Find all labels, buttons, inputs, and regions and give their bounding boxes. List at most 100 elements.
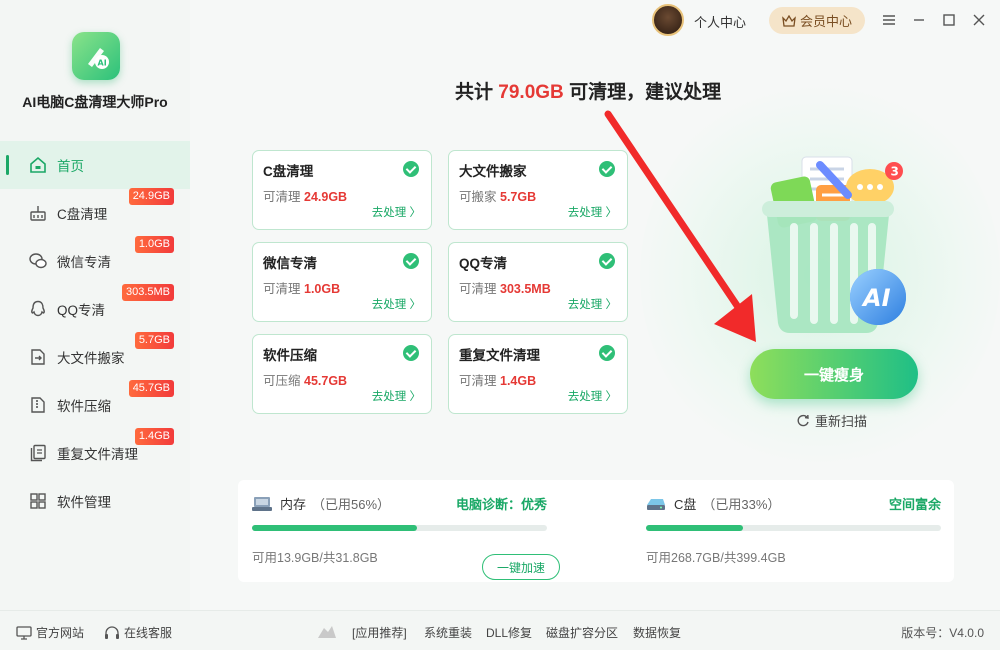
sidebar-item-qq[interactable]: QQ专清 303.5MB bbox=[0, 284, 190, 333]
pointer-arrow-icon bbox=[604, 110, 756, 342]
sidebar-item-label: 重复文件清理 bbox=[57, 447, 138, 462]
maximize-icon[interactable] bbox=[940, 11, 958, 29]
svg-text:AI: AI bbox=[98, 59, 107, 68]
sidebar: AI AI电脑C盘清理大师Pro 首页 C盘清理 24.9GB 微信专清 1.0… bbox=[0, 0, 190, 610]
card-action-link[interactable]: 去处理 〉 bbox=[372, 388, 421, 404]
official-site-link[interactable]: 官方网站 bbox=[16, 624, 84, 641]
memory-used: （已用56%） bbox=[312, 496, 391, 512]
one-click-speedup-button[interactable]: 一键加速 bbox=[482, 554, 560, 580]
data-recovery-link[interactable]: 数据恢复 bbox=[633, 624, 681, 641]
system-reinstall-link[interactable]: 系统重装 bbox=[424, 624, 472, 641]
disk-name: C盘 bbox=[674, 496, 697, 512]
sidebar-item-c-clean[interactable]: C盘清理 24.9GB bbox=[0, 188, 190, 237]
sidebar-item-duplicate[interactable]: 重复文件清理 1.4GB bbox=[0, 428, 190, 477]
card-action-link[interactable]: 去处理 〉 bbox=[372, 296, 421, 312]
headline-prefix: 共计 bbox=[455, 82, 494, 103]
card-title: 软件压缩 bbox=[263, 348, 317, 363]
disk-status: 空间富余 bbox=[888, 497, 941, 512]
disk-progress-fill bbox=[646, 525, 744, 531]
headline-amount: 79.0GB bbox=[498, 82, 564, 103]
sidebar-item-label: C盘清理 bbox=[57, 207, 108, 222]
card-label: 可清理 bbox=[263, 190, 301, 204]
card-wechat[interactable]: 微信专清 可清理 1.0GB 去处理 〉 bbox=[252, 242, 432, 322]
recommend-icon bbox=[316, 624, 338, 640]
card-value: 5.7GB bbox=[500, 190, 537, 204]
online-service-label: 在线客服 bbox=[124, 626, 173, 640]
memory-progress-bar bbox=[252, 525, 547, 531]
wechat-icon bbox=[28, 251, 48, 271]
card-compress[interactable]: 软件压缩 可压缩 45.7GB 去处理 〉 bbox=[252, 334, 432, 414]
svg-text:AI: AI bbox=[861, 284, 891, 312]
check-icon bbox=[403, 253, 419, 269]
card-title: 大文件搬家 bbox=[459, 164, 527, 179]
system-stats-panel: 内存 （已用56%） 电脑诊断：优秀 可用13.9GB/共31.8GB 一键加速… bbox=[238, 480, 954, 582]
personal-center-link[interactable]: 个人中心 bbox=[694, 12, 746, 31]
sidebar-item-home[interactable]: 首页 bbox=[0, 141, 190, 189]
disk-used: （已用33%） bbox=[702, 496, 781, 512]
sidebar-nav: 首页 C盘清理 24.9GB 微信专清 1.0GB QQ专清 303.5MB 大… bbox=[0, 141, 190, 525]
card-title: QQ专清 bbox=[459, 256, 508, 271]
disk-partition-link[interactable]: 磁盘扩容分区 bbox=[546, 624, 618, 641]
title-bar: 个人中心 会员中心 bbox=[190, 0, 1000, 40]
sidebar-item-compress[interactable]: 软件压缩 45.7GB bbox=[0, 380, 190, 429]
rescan-button[interactable]: 重新扫描 bbox=[796, 411, 867, 430]
card-label: 可清理 bbox=[263, 282, 301, 296]
memory-stat: 内存 （已用56%） 电脑诊断：优秀 可用13.9GB/共31.8GB 一键加速 bbox=[252, 493, 560, 580]
sidebar-item-label: QQ专清 bbox=[57, 303, 106, 318]
sidebar-item-label: 微信专清 bbox=[57, 255, 111, 270]
sidebar-item-large-file[interactable]: 大文件搬家 5.7GB bbox=[0, 332, 190, 381]
card-label: 可搬家 bbox=[459, 190, 497, 204]
memory-name: 内存 bbox=[280, 496, 307, 512]
sidebar-item-software[interactable]: 软件管理 bbox=[0, 477, 190, 525]
zip-icon bbox=[28, 395, 48, 415]
size-badge: 24.9GB bbox=[128, 188, 174, 205]
card-c-clean[interactable]: C盘清理 可清理 24.9GB 去处理 〉 bbox=[252, 150, 432, 230]
vip-center-label: 会员中心 bbox=[799, 14, 852, 29]
card-action-link[interactable]: 去处理 〉 bbox=[372, 204, 421, 220]
duplicate-file-icon bbox=[28, 443, 48, 463]
close-icon[interactable] bbox=[970, 11, 988, 29]
sidebar-item-label: 首页 bbox=[57, 159, 84, 174]
broom-icon bbox=[28, 203, 48, 223]
disk-progress-bar bbox=[646, 525, 941, 531]
size-badge: 45.7GB bbox=[128, 380, 174, 397]
size-badge: 303.5MB bbox=[121, 284, 174, 301]
minimize-icon[interactable] bbox=[910, 11, 928, 29]
card-title: 重复文件清理 bbox=[459, 348, 540, 363]
menu-icon[interactable] bbox=[880, 11, 898, 29]
sidebar-item-label: 软件管理 bbox=[57, 495, 111, 510]
diagnosis-status: 电脑诊断：优秀 bbox=[455, 497, 547, 512]
card-action-link[interactable]: 去处理 〉 bbox=[568, 388, 617, 404]
check-icon bbox=[403, 345, 419, 361]
vip-center-button[interactable]: 会员中心 bbox=[769, 7, 865, 34]
dll-repair-link[interactable]: DLL修复 bbox=[486, 624, 532, 641]
sidebar-item-wechat[interactable]: 微信专清 1.0GB bbox=[0, 236, 190, 285]
refresh-icon bbox=[797, 414, 809, 426]
size-badge: 5.7GB bbox=[134, 332, 174, 349]
card-value: 1.4GB bbox=[500, 374, 537, 388]
crown-icon bbox=[782, 14, 796, 27]
app-name: AI电脑C盘清理大师Pro bbox=[22, 94, 168, 110]
card-value: 45.7GB bbox=[304, 374, 348, 388]
sidebar-item-label: 软件压缩 bbox=[57, 399, 111, 414]
sidebar-item-label: 大文件搬家 bbox=[57, 351, 125, 366]
card-value: 1.0GB bbox=[304, 282, 341, 296]
disk-icon bbox=[647, 499, 665, 510]
one-click-slim-button[interactable]: 一键瘦身 bbox=[750, 349, 918, 399]
card-title: C盘清理 bbox=[263, 164, 314, 179]
disk-available: 可用268.7GB/共399.4GB bbox=[646, 551, 786, 565]
avatar[interactable] bbox=[652, 4, 684, 36]
footer: 官方网站 在线客服 [应用推荐] 系统重装 DLL修复 磁盘扩容分区 数据恢复 … bbox=[0, 610, 1000, 650]
headset-icon bbox=[105, 625, 119, 639]
headline-suffix: 可清理，建议处理 bbox=[569, 82, 722, 103]
disk-stat: C盘 （已用33%） 空间富余 可用268.7GB/共399.4GB bbox=[646, 493, 941, 566]
memory-progress-fill bbox=[252, 525, 418, 531]
card-label: 可清理 bbox=[459, 374, 497, 388]
app-recommend-link[interactable]: [应用推荐] bbox=[352, 624, 407, 641]
website-icon bbox=[16, 625, 32, 640]
memory-icon bbox=[252, 497, 272, 511]
online-service-link[interactable]: 在线客服 bbox=[104, 624, 172, 641]
version-label: 版本号：V4.0.0 bbox=[901, 626, 984, 640]
rescan-label: 重新扫描 bbox=[815, 414, 868, 429]
trash-bin-illustration: AI 3 bbox=[762, 156, 906, 333]
